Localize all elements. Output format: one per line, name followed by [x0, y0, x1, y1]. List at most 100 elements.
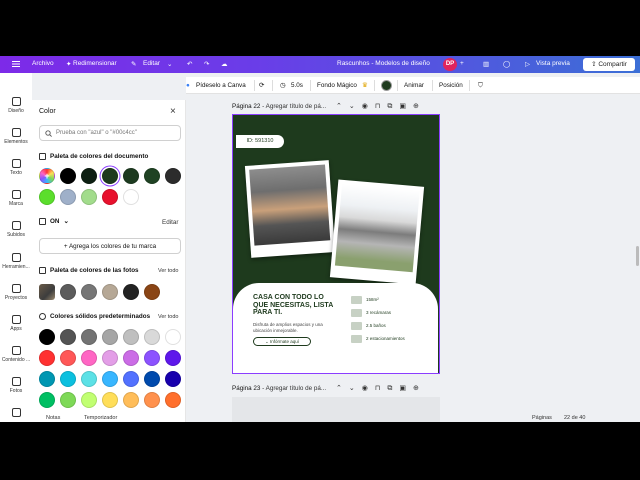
page-22-title-input[interactable]: Agregar título de pá...	[266, 103, 327, 110]
page-23-title-input[interactable]: Agregar título de pá...	[266, 385, 327, 392]
chevron-down-icon[interactable]: ⌄	[63, 218, 68, 225]
solid-color-swatch[interactable]	[39, 329, 55, 345]
doc-color-swatch[interactable]	[81, 189, 97, 205]
solid-color-swatch[interactable]	[102, 371, 118, 387]
duplicate-icon[interactable]: ⧉	[387, 385, 399, 392]
sidebar-item-marca[interactable]: Marca	[0, 190, 32, 207]
duration-button[interactable]: 5.0s	[291, 82, 303, 89]
sidebar-item-texto[interactable]: Texto	[0, 159, 32, 176]
share-button[interactable]: ⇪ Compartir	[583, 58, 635, 71]
feature-bedrooms[interactable]: 3 recámaras	[351, 309, 391, 317]
solid-color-swatch[interactable]	[102, 392, 118, 408]
solid-color-swatch[interactable]	[39, 392, 55, 408]
paint-format-icon[interactable]: ⛉	[478, 82, 483, 90]
chevron-down-icon[interactable]: ⌄	[349, 103, 362, 110]
vista-previa-button[interactable]: Vista previa	[536, 60, 570, 67]
description-text[interactable]: Disfruta de amplios espacios y una ubica…	[253, 322, 325, 333]
solid-color-swatch[interactable]	[102, 329, 118, 345]
color-search-input[interactable]: Prueba con "azul" o "#00c4cc"	[39, 125, 181, 141]
sidebar-item-more[interactable]	[0, 408, 32, 419]
id-tag[interactable]: ID: 591310	[236, 135, 284, 148]
feature-bathrooms[interactable]: 2.5 baños	[351, 322, 386, 330]
cloud-saved-icon[interactable]: ☁	[221, 60, 228, 68]
photo-color-swatch[interactable]	[60, 284, 76, 300]
solid-color-swatch[interactable]	[60, 350, 76, 366]
document-title[interactable]: Rascunhos - Modelos de diseño	[337, 60, 430, 67]
chevron-down-icon[interactable]: ⌄	[349, 385, 362, 392]
solid-color-swatch[interactable]	[165, 350, 181, 366]
doc-color-swatch[interactable]	[39, 189, 55, 205]
hamburger-menu-icon[interactable]	[12, 60, 20, 68]
interior-photo[interactable]	[244, 160, 336, 258]
add-page-icon[interactable]: ⊕	[413, 103, 426, 110]
feature-area[interactable]: 158m²	[351, 296, 379, 304]
vertical-scrollbar[interactable]	[636, 246, 639, 266]
doc-color-swatch[interactable]	[123, 168, 139, 184]
solid-color-swatch[interactable]	[39, 371, 55, 387]
close-icon[interactable]: ×	[170, 106, 176, 117]
solid-color-swatch[interactable]	[144, 371, 160, 387]
posicion-button[interactable]: Posición	[439, 82, 463, 89]
solid-color-swatch[interactable]	[81, 329, 97, 345]
photo-thumbnail[interactable]	[39, 284, 55, 300]
sidebar-item-dise-o[interactable]: Diseño	[0, 97, 32, 114]
redo-icon[interactable]: ↷	[204, 60, 209, 68]
headline-text[interactable]: CASA CON TODO LO QUE NECESITAS, LISTA PA…	[253, 294, 333, 317]
solid-color-swatch[interactable]	[60, 392, 76, 408]
sidebar-item-subidos[interactable]: Subidos	[0, 221, 32, 238]
solid-color-swatch[interactable]	[81, 350, 97, 366]
user-avatar[interactable]: DP	[443, 58, 457, 71]
doc-color-swatch[interactable]	[102, 168, 118, 184]
lock-icon[interactable]: ⊓	[375, 103, 387, 110]
solid-color-swatch[interactable]	[60, 329, 76, 345]
eye-icon[interactable]: ◉	[362, 103, 375, 110]
feature-parking[interactable]: 2 estacionamientos	[351, 335, 405, 343]
chart-icon[interactable]: ▥	[483, 60, 489, 68]
on-toggle[interactable]: ON	[50, 218, 59, 225]
solid-color-swatch[interactable]	[144, 329, 160, 345]
lock-icon[interactable]: ⊓	[375, 385, 387, 392]
solid-color-swatch[interactable]	[81, 392, 97, 408]
solid-color-swatch[interactable]	[144, 350, 160, 366]
temporizador-button[interactable]: Temporizador	[84, 415, 117, 421]
solid-color-swatch[interactable]	[123, 350, 139, 366]
doc-color-swatch[interactable]	[81, 168, 97, 184]
redimensionar-menu[interactable]: Redimensionar	[73, 60, 117, 67]
rotate-icon[interactable]: ⟳	[259, 82, 264, 89]
editar-menu[interactable]: Editar	[143, 60, 160, 67]
photo-color-swatch[interactable]	[102, 284, 118, 300]
sidebar-item-apps[interactable]: Apps	[0, 315, 32, 332]
duplicate-icon[interactable]: ⧉	[387, 103, 399, 110]
solid-color-swatch[interactable]	[123, 392, 139, 408]
design-page-22[interactable]: ID: 591310 CASA CON TODO LO QUE NECESITA…	[232, 114, 440, 374]
chevron-up-icon[interactable]: ⌃	[336, 103, 349, 110]
add-brand-colors-button[interactable]: + Agrega los colores de tu marca	[39, 238, 181, 254]
solid-color-swatch[interactable]	[102, 350, 118, 366]
paginas-button[interactable]: Páginas	[532, 415, 552, 421]
pidesolo-button[interactable]: Pídeselo a Canva	[196, 82, 246, 89]
notas-button[interactable]: Notas	[46, 415, 60, 421]
solid-color-swatch[interactable]	[165, 329, 181, 345]
archivo-menu[interactable]: Archivo	[32, 60, 54, 67]
comment-icon[interactable]: ◯	[503, 60, 510, 68]
solid-color-swatch[interactable]	[81, 371, 97, 387]
ver-todo-photos-link[interactable]: Ver todo	[158, 268, 179, 274]
solid-color-swatch[interactable]	[165, 392, 181, 408]
add-page-icon[interactable]: ⊕	[413, 385, 426, 392]
background-color-swatch[interactable]	[381, 80, 392, 91]
doc-color-swatch[interactable]	[123, 189, 139, 205]
animar-button[interactable]: Animar	[404, 82, 424, 89]
trash-icon[interactable]: ▣	[399, 103, 413, 110]
editar-link[interactable]: Editar	[162, 219, 178, 226]
doc-color-swatch[interactable]	[165, 168, 181, 184]
sidebar-item-proyectos[interactable]: Proyectos	[0, 284, 32, 301]
photo-color-swatch[interactable]	[144, 284, 160, 300]
solid-color-swatch[interactable]	[39, 350, 55, 366]
doc-color-swatch[interactable]	[144, 168, 160, 184]
exterior-photo[interactable]	[329, 179, 425, 285]
doc-color-swatch[interactable]	[60, 168, 76, 184]
trash-icon[interactable]: ▣	[399, 385, 413, 392]
fondo-magico-button[interactable]: Fondo Mágico	[317, 82, 357, 89]
ver-todo-solid-link[interactable]: Ver todo	[158, 314, 179, 320]
photo-color-swatch[interactable]	[123, 284, 139, 300]
